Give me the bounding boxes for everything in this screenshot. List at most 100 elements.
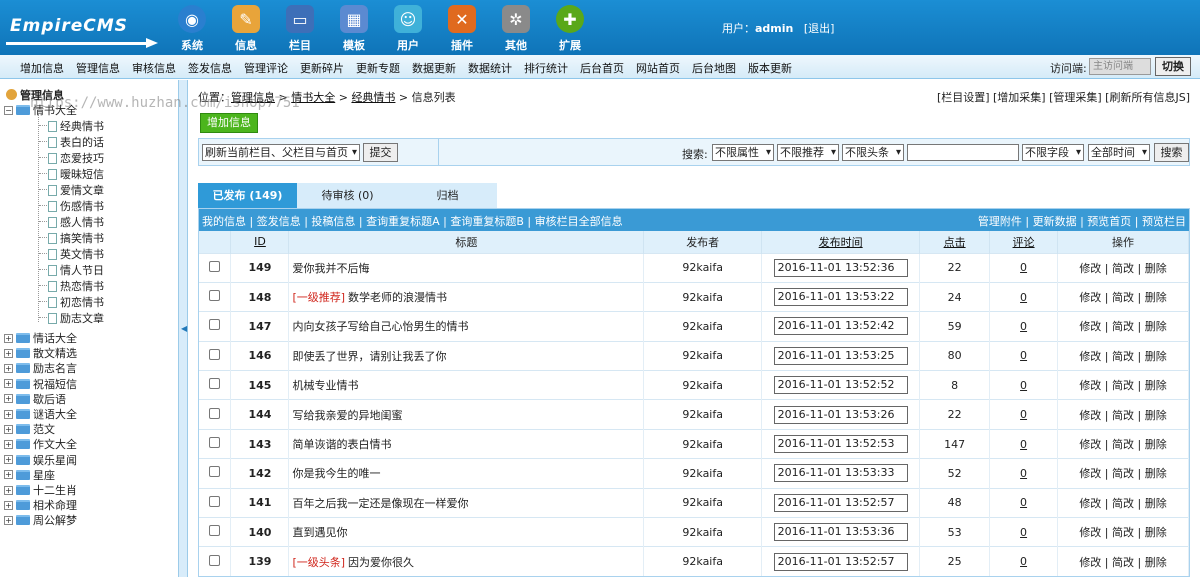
tree-child[interactable]: 英文情书 bbox=[48, 246, 104, 262]
tree-node-open[interactable]: − 情书大全 bbox=[4, 102, 77, 118]
delete-link[interactable]: 删除 bbox=[1145, 409, 1167, 422]
comments-link[interactable]: 0 bbox=[1020, 496, 1027, 509]
topnav-item-6[interactable]: ✲ 其他 bbox=[489, 3, 543, 53]
title-link[interactable]: 你是我今生的唯一 bbox=[292, 467, 380, 480]
add-info-button[interactable]: 增加信息 bbox=[200, 113, 258, 133]
row-checkbox[interactable] bbox=[209, 407, 221, 419]
quick-edit-link[interactable]: 简改 bbox=[1112, 409, 1134, 422]
delete-link[interactable]: 删除 bbox=[1145, 556, 1167, 569]
row-checkbox[interactable] bbox=[209, 466, 221, 478]
tab-0[interactable]: 已发布 (149) bbox=[198, 183, 297, 208]
comments-link[interactable]: 0 bbox=[1020, 526, 1027, 539]
expand-toggle-icon[interactable]: + bbox=[4, 379, 13, 389]
time-input[interactable]: 2016-11-01 13:53:33 bbox=[773, 464, 908, 483]
comments-link[interactable]: 0 bbox=[1020, 320, 1027, 333]
subnav-item-10[interactable]: 后台首页 bbox=[574, 60, 630, 76]
delete-link[interactable]: 删除 bbox=[1145, 320, 1167, 333]
expand-toggle-icon[interactable]: + bbox=[4, 455, 13, 465]
row-checkbox[interactable] bbox=[209, 319, 221, 331]
quick-edit-link[interactable]: 简改 bbox=[1112, 467, 1134, 480]
edit-link[interactable]: 修改 bbox=[1079, 350, 1101, 363]
tree-node[interactable]: + 娱乐星闻 bbox=[4, 452, 77, 468]
edit-link[interactable]: 修改 bbox=[1079, 320, 1101, 333]
tree-node[interactable]: + 谜语大全 bbox=[4, 406, 77, 422]
quick-edit-link[interactable]: 简改 bbox=[1112, 379, 1134, 392]
tree-child[interactable]: 励志文章 bbox=[48, 310, 104, 326]
expand-toggle-icon[interactable]: + bbox=[4, 485, 13, 495]
tree-node[interactable]: + 相术命理 bbox=[4, 497, 77, 513]
topnav-item-4[interactable]: ☺ 用户 bbox=[381, 3, 435, 53]
edit-link[interactable]: 修改 bbox=[1079, 409, 1101, 422]
topnav-item-1[interactable]: ✎ 信息 bbox=[219, 3, 273, 53]
tree-child[interactable]: 感人情书 bbox=[48, 214, 104, 230]
title-link[interactable]: 爱你我并不后悔 bbox=[292, 262, 369, 275]
sidebar-splitter[interactable]: ◀ bbox=[178, 80, 188, 577]
expand-toggle-icon[interactable]: + bbox=[4, 424, 13, 434]
topnav-item-2[interactable]: ▭ 栏目 bbox=[273, 3, 327, 53]
breadcrumb-link[interactable]: 情书大全 bbox=[291, 91, 335, 104]
comments-link[interactable]: 0 bbox=[1020, 379, 1027, 392]
collapse-arrow-icon[interactable]: ◀ bbox=[181, 324, 187, 333]
comments-link[interactable]: 0 bbox=[1020, 408, 1027, 421]
title-link[interactable]: 写给我亲爱的异地闺蜜 bbox=[292, 409, 402, 422]
tree-child[interactable]: 初恋情书 bbox=[48, 294, 104, 310]
tree-child[interactable]: 情人节日 bbox=[48, 262, 104, 278]
edit-link[interactable]: 修改 bbox=[1079, 467, 1101, 480]
edit-link[interactable]: 修改 bbox=[1079, 262, 1101, 275]
expand-toggle-icon[interactable]: + bbox=[4, 515, 13, 525]
tree-node[interactable]: + 励志名言 bbox=[4, 360, 77, 376]
title-link[interactable]: 简单诙谐的表白情书 bbox=[292, 438, 391, 451]
title-link[interactable]: 百年之后我一定还是像现在一样爱你 bbox=[292, 497, 468, 510]
time-input[interactable]: 2016-11-01 13:53:36 bbox=[773, 523, 908, 542]
row-checkbox[interactable] bbox=[209, 554, 221, 566]
header-id[interactable]: ID bbox=[230, 231, 290, 253]
row-checkbox[interactable] bbox=[209, 437, 221, 449]
row-checkbox[interactable] bbox=[209, 378, 221, 390]
time-input[interactable]: 2016-11-01 13:52:42 bbox=[773, 317, 908, 336]
comments-link[interactable]: 0 bbox=[1020, 349, 1027, 362]
subnav-item-0[interactable]: 增加信息 bbox=[14, 60, 70, 76]
time-input[interactable]: 2016-11-01 13:52:36 bbox=[773, 258, 908, 277]
time-input[interactable]: 2016-11-01 13:52:57 bbox=[773, 552, 908, 571]
time-input[interactable]: 2016-11-01 13:52:53 bbox=[773, 435, 908, 454]
tree-node[interactable]: + 星座 bbox=[4, 467, 55, 483]
quick-edit-link[interactable]: 简改 bbox=[1112, 262, 1134, 275]
row-checkbox[interactable] bbox=[209, 260, 221, 272]
search-button[interactable]: 搜索 bbox=[1154, 143, 1189, 162]
topnav-item-7[interactable]: ✚ 扩展 bbox=[543, 3, 597, 53]
time-input[interactable]: 2016-11-01 13:53:25 bbox=[773, 346, 908, 365]
tree-node[interactable]: + 歇后语 bbox=[4, 391, 66, 407]
logout-link[interactable]: [退出] bbox=[804, 22, 835, 35]
attr-select[interactable]: 不限属性 bbox=[712, 144, 774, 161]
expand-toggle-icon[interactable]: + bbox=[4, 363, 13, 373]
tree-child[interactable]: 经典情书 bbox=[48, 118, 104, 134]
expand-toggle-icon[interactable]: + bbox=[4, 348, 13, 358]
tree-node[interactable]: + 散文精选 bbox=[4, 345, 77, 361]
expand-toggle-icon[interactable]: + bbox=[4, 333, 13, 343]
edit-link[interactable]: 修改 bbox=[1079, 497, 1101, 510]
delete-link[interactable]: 删除 bbox=[1145, 379, 1167, 392]
header-comments[interactable]: 评论 bbox=[989, 231, 1059, 253]
topnav-item-0[interactable]: ◉ 系统 bbox=[165, 3, 219, 53]
tree-child[interactable]: 爱情文章 bbox=[48, 182, 104, 198]
title-link[interactable]: 直到遇见你 bbox=[292, 526, 347, 539]
delete-link[interactable]: 删除 bbox=[1145, 438, 1167, 451]
header-time[interactable]: 发布时间 bbox=[761, 231, 921, 253]
tab-2[interactable]: 归档 bbox=[398, 183, 497, 208]
quick-edit-link[interactable]: 简改 bbox=[1112, 556, 1134, 569]
tree-node[interactable]: + 作文大全 bbox=[4, 436, 77, 452]
toolbar-right-links[interactable]: 管理附件 | 更新数据 | 预览首页 | 预览栏目 bbox=[978, 213, 1186, 229]
subnav-item-1[interactable]: 管理信息 bbox=[70, 60, 126, 76]
subnav-item-2[interactable]: 审核信息 bbox=[126, 60, 182, 76]
time-input[interactable]: 2016-11-01 13:52:57 bbox=[773, 493, 908, 512]
tree-child[interactable]: 热恋情书 bbox=[48, 278, 104, 294]
delete-link[interactable]: 删除 bbox=[1145, 497, 1167, 510]
title-link[interactable]: 内向女孩子写给自己心怡男生的情书 bbox=[292, 320, 468, 333]
tree-node[interactable]: + 范文 bbox=[4, 421, 55, 437]
row-checkbox[interactable] bbox=[209, 290, 221, 302]
subnav-item-12[interactable]: 后台地图 bbox=[686, 60, 742, 76]
submit-button[interactable]: 提交 bbox=[363, 143, 398, 162]
quick-edit-link[interactable]: 简改 bbox=[1112, 497, 1134, 510]
switch-button[interactable]: 切换 bbox=[1155, 57, 1191, 76]
expand-toggle-icon[interactable]: + bbox=[4, 500, 13, 510]
